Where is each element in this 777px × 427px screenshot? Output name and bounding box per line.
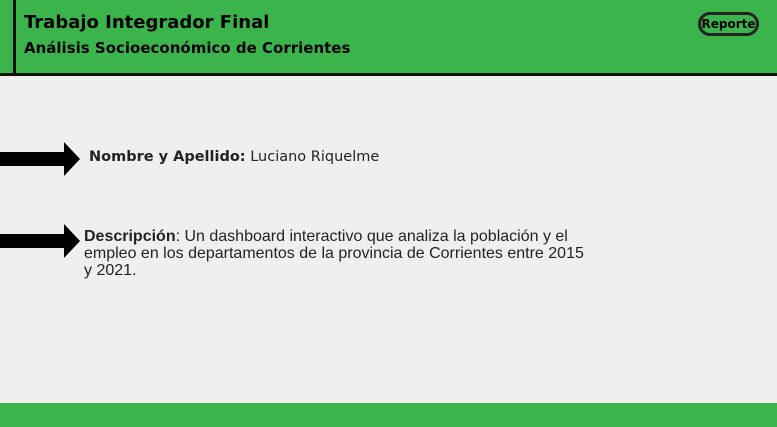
arrow-right-icon	[0, 142, 80, 176]
page-title: Trabajo Integrador Final	[24, 12, 270, 33]
header-bar: Trabajo Integrador Final Análisis Socioe…	[0, 0, 777, 76]
report-button[interactable]: Reporte	[698, 12, 759, 36]
name-line: Nombre y Apellido: Luciano Riquelme	[89, 149, 379, 165]
name-value: Luciano Riquelme	[250, 149, 380, 165]
arrow-right-icon	[0, 224, 80, 258]
description-label: Descripción	[84, 228, 176, 245]
report-page: Trabajo Integrador Final Análisis Socioe…	[0, 0, 777, 427]
description-block: Descripción: Un dashboard interactivo qu…	[84, 228, 584, 279]
name-label: Nombre y Apellido:	[89, 149, 246, 165]
header-divider	[13, 0, 16, 73]
footer-bar	[0, 403, 777, 427]
page-subtitle: Análisis Socioeconómico de Corrientes	[24, 39, 351, 57]
